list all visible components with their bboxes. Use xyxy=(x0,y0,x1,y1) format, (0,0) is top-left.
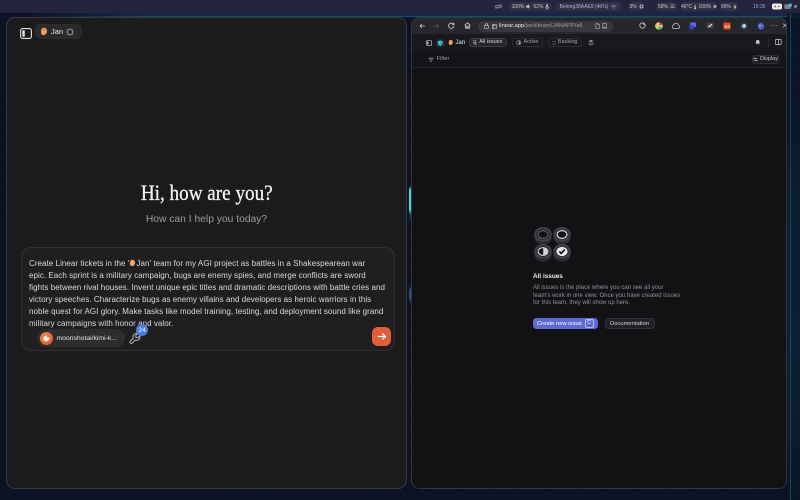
svg-text:53: 53 xyxy=(724,23,730,29)
